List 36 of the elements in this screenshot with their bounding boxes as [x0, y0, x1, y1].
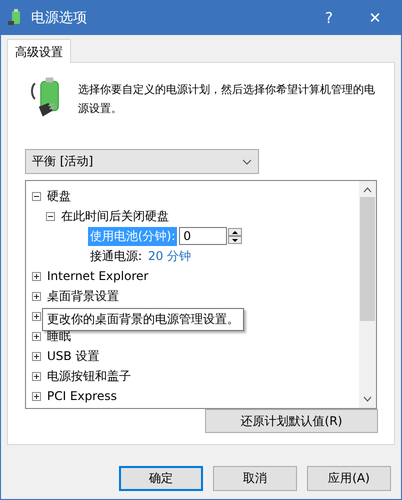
- dialog-button[interactable]: 确定: [119, 466, 203, 491]
- expand-icon[interactable]: [32, 392, 41, 400]
- scrollbar[interactable]: [359, 181, 376, 408]
- chevron-up-icon[interactable]: [363, 187, 372, 193]
- tree-item[interactable]: 桌面背景设置: [47, 288, 119, 304]
- tree-item[interactable]: PCI Express: [47, 389, 117, 403]
- tree-item[interactable]: 在此时间后关闭硬盘: [61, 208, 169, 224]
- close-button[interactable]: ✕: [355, 3, 395, 33]
- minutes-field[interactable]: 0: [179, 227, 228, 245]
- expand-icon[interactable]: [32, 372, 41, 380]
- tree-item[interactable]: USB 设置: [47, 348, 100, 364]
- tree-item[interactable]: Internet Explorer: [47, 269, 148, 283]
- restore-defaults-button[interactable]: 还原计划默认值(R): [205, 409, 378, 433]
- expand-icon[interactable]: [32, 272, 41, 280]
- chevron-down-icon[interactable]: [363, 396, 372, 402]
- tab[interactable]: 高级设置: [7, 39, 71, 63]
- tooltip: 更改你的桌面背景的电源管理设置。: [42, 308, 244, 331]
- up-icon[interactable]: [228, 228, 242, 236]
- description-text: 选择你要自定义的电源计划，然后选择你希望计算机管理的电源设置。: [78, 82, 376, 117]
- chevron-down-icon: [242, 158, 252, 164]
- dialog-button[interactable]: 取消: [213, 466, 297, 491]
- expand-icon[interactable]: [32, 332, 41, 340]
- expand-icon[interactable]: [32, 292, 41, 300]
- setting-value[interactable]: 20 分钟: [148, 248, 192, 264]
- setting-label: 接通电源:: [89, 248, 144, 264]
- help-button[interactable]: ?: [309, 3, 349, 33]
- collapse-icon[interactable]: [32, 192, 41, 200]
- tree-item[interactable]: 硬盘: [47, 188, 71, 204]
- expand-icon[interactable]: [32, 312, 41, 320]
- plan-dropdown[interactable]: 平衡 [活动]: [25, 149, 259, 174]
- window-title: 电源选项: [31, 9, 88, 27]
- down-icon[interactable]: [228, 236, 242, 244]
- tree-item[interactable]: 电源按钮和盖子: [47, 368, 131, 384]
- collapse-icon[interactable]: [46, 212, 55, 220]
- expand-icon[interactable]: [32, 352, 41, 360]
- dialog-button[interactable]: 应用(A): [307, 466, 391, 491]
